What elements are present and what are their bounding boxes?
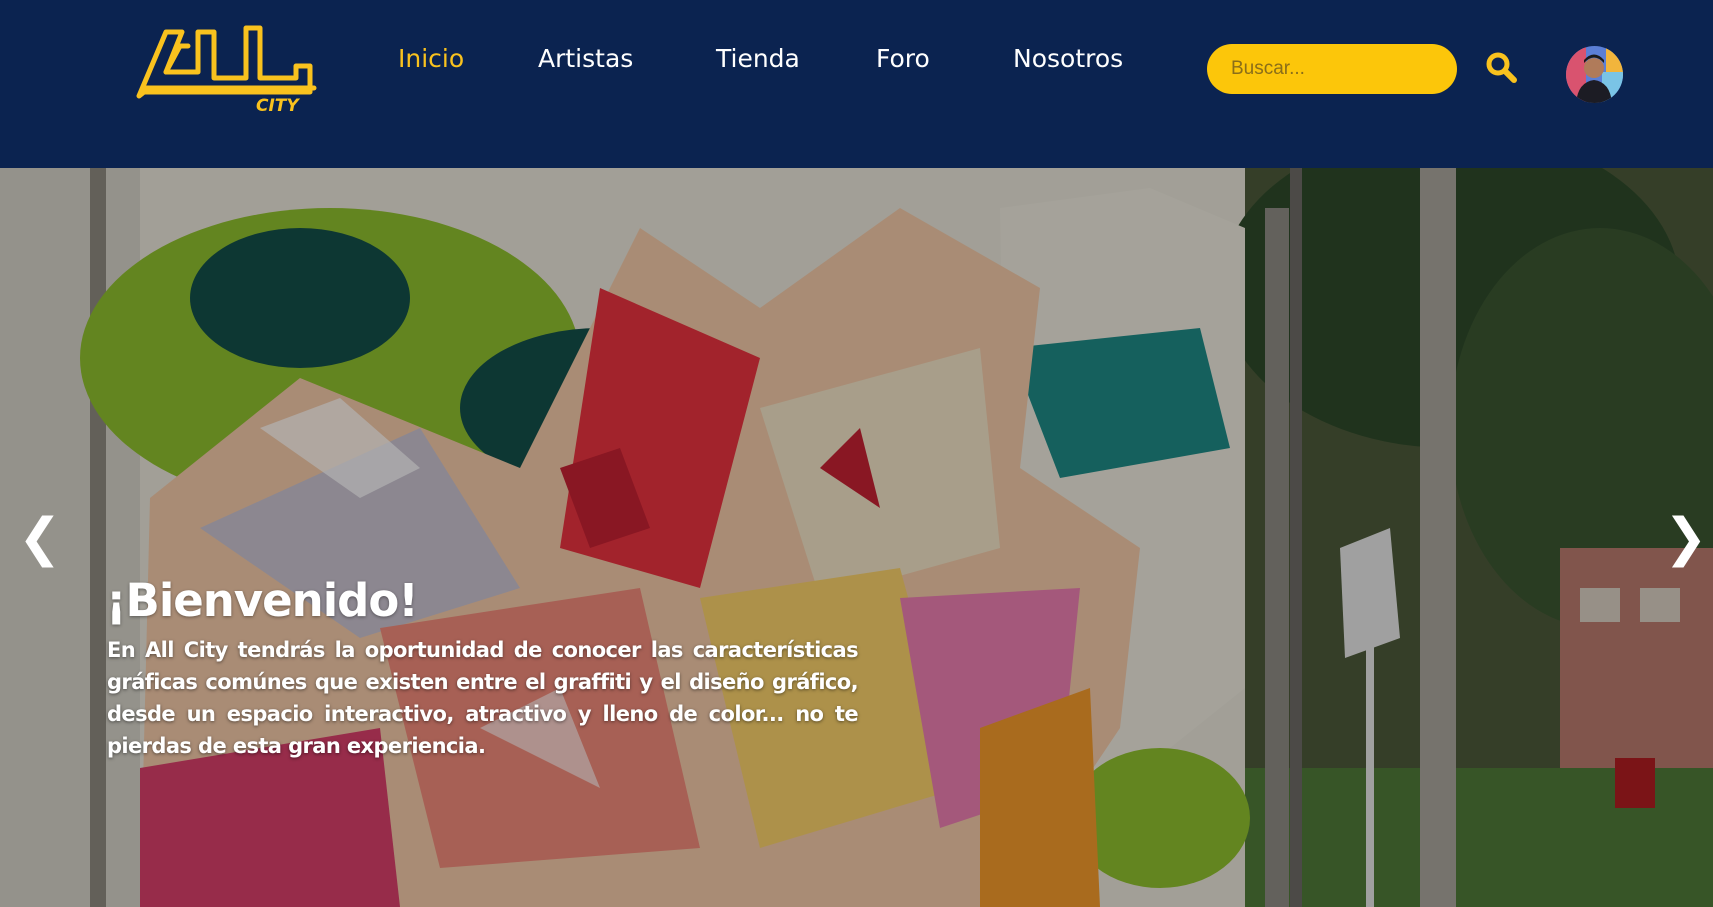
hero-description: En All City tendrás la oportunidad de co… (107, 638, 859, 758)
search-icon (1486, 52, 1517, 83)
chevron-right-icon: ❯ (1664, 508, 1708, 568)
hero-carousel: ❮ ❯ ¡Bienvenido! En All City tendrás la … (0, 168, 1713, 907)
nav-artistas[interactable]: Artistas (538, 42, 633, 76)
site-header: CITY Inicio Artistas Tienda Foro Nosotro… (0, 0, 1713, 168)
logo-wordmark: CITY (256, 96, 300, 114)
carousel-next-button[interactable]: ❯ (1664, 508, 1708, 568)
avatar-image (1566, 46, 1623, 103)
search-input[interactable] (1207, 44, 1457, 94)
carousel-prev-button[interactable]: ❮ (18, 508, 62, 568)
hero-title: ¡Bienvenido! (106, 574, 419, 627)
chevron-left-icon: ❮ (18, 508, 62, 568)
all-city-logo-icon: CITY (136, 25, 317, 116)
nav-tienda[interactable]: Tienda (716, 42, 800, 76)
hero-overlay (0, 168, 1713, 907)
user-avatar[interactable] (1566, 46, 1623, 103)
nav-foro[interactable]: Foro (876, 42, 930, 76)
nav-nosotros[interactable]: Nosotros (1013, 42, 1123, 76)
search-button[interactable] (1484, 50, 1518, 84)
brand-logo[interactable]: CITY (136, 22, 320, 116)
nav-inicio[interactable]: Inicio (398, 42, 464, 76)
